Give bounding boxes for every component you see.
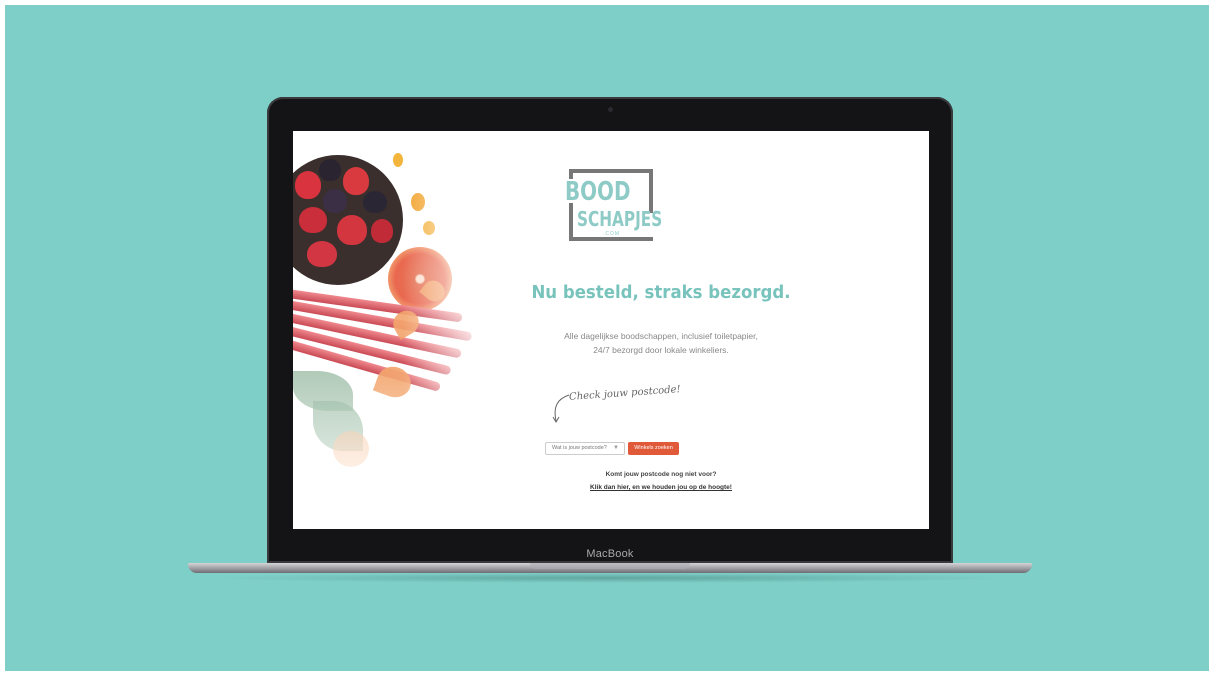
page-headline: Nu besteld, straks bezorgd. [531,282,791,303]
food-photo [293,131,483,529]
postcode-callout: Check jouw postcode! [568,384,681,403]
camera-icon [608,107,613,112]
photo-fade [293,131,483,529]
postcode-select-value: Wat is jouw postcode? [552,445,607,451]
postcode-missing-question: Komt jouw postcode nog niet voor? [605,471,717,478]
logo-line2: SCHAPJES [577,207,663,231]
laptop-screen: BOOD SCHAPJES .COM Nu besteld, straks be… [293,131,929,529]
notify-me-link[interactable]: Klik dan hier, en we houden jou op de ho… [473,484,849,491]
page-subline: Alle dagelijkse boodschappen, inclusief … [473,329,849,357]
laptop-shadow [210,573,1010,583]
subline-2: 24/7 bezorgd door lokale winkeliers. [593,345,729,355]
site-logo[interactable]: BOOD SCHAPJES .COM [565,169,662,241]
subline-1: Alle dagelijkse boodschappen, inclusief … [564,331,758,341]
postcode-select[interactable]: Wat is jouw postcode? ▼ [545,442,625,455]
logo-line1: BOOD [565,177,631,207]
laptop-notch [530,563,690,569]
chevron-down-icon: ▼ [613,445,619,451]
logo-suffix: .COM [603,231,621,237]
device-brand-label: MacBook [586,548,634,560]
search-stores-button[interactable]: Winkels zoeken [628,442,679,455]
